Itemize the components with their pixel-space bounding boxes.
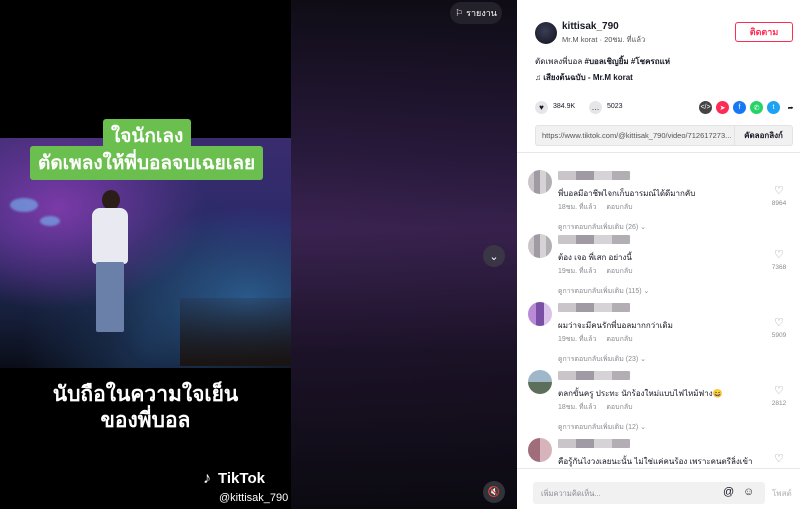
send-icon[interactable]: ➤ — [716, 101, 729, 114]
comment-username-blurred[interactable] — [558, 371, 630, 380]
avatar[interactable] — [528, 302, 552, 326]
description-text: ตัดเพลงพี่บอล — [535, 57, 585, 66]
mention-icon[interactable]: @ — [723, 486, 734, 498]
like-count: 384.9K — [553, 103, 576, 110]
share-arrow-icon[interactable]: ➦ — [784, 101, 797, 114]
crowd — [180, 298, 291, 366]
avatar[interactable] — [528, 234, 552, 258]
comment-list[interactable]: พี่บอลมีอาชีพไจกเก็บอารมณ์ได้ดีมากคับ 18… — [517, 158, 800, 468]
comment-text: ตลกขั้นครู ประทะ นักร้องใหม่แบบไฟไหม้ฟาง… — [558, 389, 723, 398]
avatar[interactable] — [528, 170, 552, 194]
comment-like-count: 8964 — [771, 200, 787, 207]
comment-time: 19ชม. ที่แล้ว — [558, 268, 597, 275]
tiktok-watermark: TikTok — [218, 470, 265, 487]
heart-outline-icon[interactable]: ♡ — [774, 316, 784, 329]
stats-row: ♥ 384.9K … 5023 </> ➤ f ✆ t ➦ — [535, 100, 793, 118]
comment-username-blurred[interactable] — [558, 171, 630, 180]
copy-link-row: https://www.tiktok.com/@kittisak_790/vid… — [535, 125, 793, 146]
heart-icon[interactable]: ♥ — [535, 101, 548, 114]
video-url: https://www.tiktok.com/@kittisak_790/vid… — [542, 131, 732, 140]
comment-like-count: 2812 — [771, 400, 787, 407]
next-video-button[interactable]: ⌄ — [483, 245, 505, 267]
chevron-down-icon: ⌄ — [640, 224, 647, 231]
comment-meta: 18ชม. ที่แล้ว ตอบกลับ — [558, 402, 643, 413]
comment-input[interactable]: เพิ่มความคิดเห็น... @ ☺ — [533, 482, 765, 504]
heart-outline-icon[interactable]: ♡ — [774, 452, 784, 465]
comment-text: คือรู้กันไงวงเลยนะนั้น ไม่ใช่แค่คนร้อง เ… — [558, 457, 753, 466]
stage-light — [40, 216, 60, 226]
copy-link-button[interactable]: คัดลอกลิงก์ — [734, 126, 792, 145]
flag-icon: ⚐ — [455, 7, 464, 18]
comment-like-count: 7368 — [771, 264, 787, 271]
comment-time: 19ชม. ที่แล้ว — [558, 336, 597, 343]
video-caption-mid: ตัดเพลงให้พี่บอลจบเฉยเลย — [30, 146, 264, 180]
reply-link[interactable]: ตอบกลับ — [606, 268, 632, 275]
comment-username-blurred[interactable] — [558, 303, 630, 312]
avatar[interactable] — [535, 22, 557, 44]
view-more-replies[interactable]: ดูการตอบกลับเพิ่มเติม (26) ⌄ — [558, 222, 646, 233]
hashtags[interactable]: #บอลเชิญยิ้ม #โชครถแห่ — [585, 57, 671, 66]
emoji-icon[interactable]: ☺ — [743, 486, 754, 498]
chevron-down-icon: ⌄ — [489, 250, 499, 263]
avatar[interactable] — [528, 370, 552, 394]
stage-light — [10, 198, 38, 212]
report-button[interactable]: ⚐ รายงาน — [450, 2, 502, 24]
view-more-replies[interactable]: ดูการตอบกลับเพิ่มเติม (115) ⌄ — [558, 286, 649, 297]
muted-speaker-icon: 🔇 — [487, 486, 501, 498]
embed-icon[interactable]: </> — [699, 101, 712, 114]
comment-meta: 18ชม. ที่แล้ว ตอบกลับ — [558, 202, 643, 213]
chevron-down-icon: ⌄ — [643, 288, 650, 295]
report-label: รายงาน — [466, 8, 497, 18]
comment-username-blurred[interactable] — [558, 235, 630, 244]
chevron-down-icon: ⌄ — [640, 424, 647, 431]
tiktok-logo-icon: ♪ — [203, 470, 211, 487]
tiktok-video-page: ใจนักเลง ตัดเพลงให้พี่บอลจบเฉยเลย นับถือ… — [0, 0, 800, 509]
reply-link[interactable]: ตอบกลับ — [606, 404, 632, 411]
video-stage: ใจนักเลง ตัดเพลงให้พี่บอลจบเฉยเลย นับถือ… — [0, 0, 517, 509]
reply-link[interactable]: ตอบกลับ — [606, 336, 632, 343]
comment-time: 18ชม. ที่แล้ว — [558, 204, 597, 211]
facebook-icon[interactable]: f — [733, 101, 746, 114]
comment-count: 5023 — [607, 103, 623, 110]
comment-time: 18ชม. ที่แล้ว — [558, 404, 597, 411]
view-more-replies[interactable]: ดูการตอบกลับเพิ่มเติม (23) ⌄ — [558, 354, 646, 365]
heart-outline-icon[interactable]: ♡ — [774, 184, 784, 197]
heart-outline-icon[interactable]: ♡ — [774, 384, 784, 397]
video-bottom-text-line2: ของพี่บอล — [100, 409, 191, 432]
author-username[interactable]: kittisak_790 — [562, 21, 619, 32]
divider — [517, 152, 800, 153]
comment-bar: เพิ่มความคิดเห็น... @ ☺ โพสต์ — [517, 468, 800, 509]
comment-meta: 19ชม. ที่แล้ว ตอบกลับ — [558, 334, 643, 345]
info-panel: kittisak_790 Mr.M korat · 20ชม. ที่แล้ว … — [517, 0, 800, 509]
comment-icon[interactable]: … — [589, 101, 602, 114]
comment-text: ผมว่าจะมีคนรักพี่บอลมากกว่าเดิม — [558, 321, 673, 330]
author-meta: Mr.M korat · 20ชม. ที่แล้ว — [562, 35, 646, 44]
twitter-icon[interactable]: t — [767, 101, 780, 114]
reply-link[interactable]: ตอบกลับ — [606, 204, 632, 211]
view-more-replies[interactable]: ดูการตอบกลับเพิ่มเติม (12) ⌄ — [558, 422, 646, 433]
comment-username-blurred[interactable] — [558, 439, 630, 448]
comment-meta: 19ชม. ที่แล้ว ตอบกลับ — [558, 266, 643, 277]
whatsapp-icon[interactable]: ✆ — [750, 101, 763, 114]
avatar[interactable] — [528, 438, 552, 462]
comment-text: พี่บอลมีอาชีพไจกเก็บอารมณ์ได้ดีมากคับ — [558, 189, 696, 198]
performer — [88, 190, 132, 340]
music-link[interactable]: ♫ เสียงต้นฉบับ - Mr.M korat — [535, 71, 633, 84]
comment-like-count: 5909 — [771, 332, 787, 339]
mute-button[interactable]: 🔇 — [483, 481, 505, 503]
comment-placeholder: เพิ่มความคิดเห็น... — [541, 489, 601, 498]
chevron-down-icon: ⌄ — [640, 356, 647, 363]
follow-button[interactable]: ติดตาม — [735, 22, 793, 42]
post-comment-button[interactable]: โพสต์ — [772, 487, 792, 500]
heart-outline-icon[interactable]: ♡ — [774, 248, 784, 261]
post-description: ตัดเพลงพี่บอล #บอลเชิญยิ้ม #โชครถแห่ — [535, 55, 670, 68]
video-player[interactable]: ใจนักเลง ตัดเพลงให้พี่บอลจบเฉยเลย นับถือ… — [0, 0, 291, 509]
comment-text: ต้อง เจอ พี่เสก อย่างนี้ — [558, 253, 632, 262]
watermark-username: @kittisak_790 — [219, 492, 289, 504]
